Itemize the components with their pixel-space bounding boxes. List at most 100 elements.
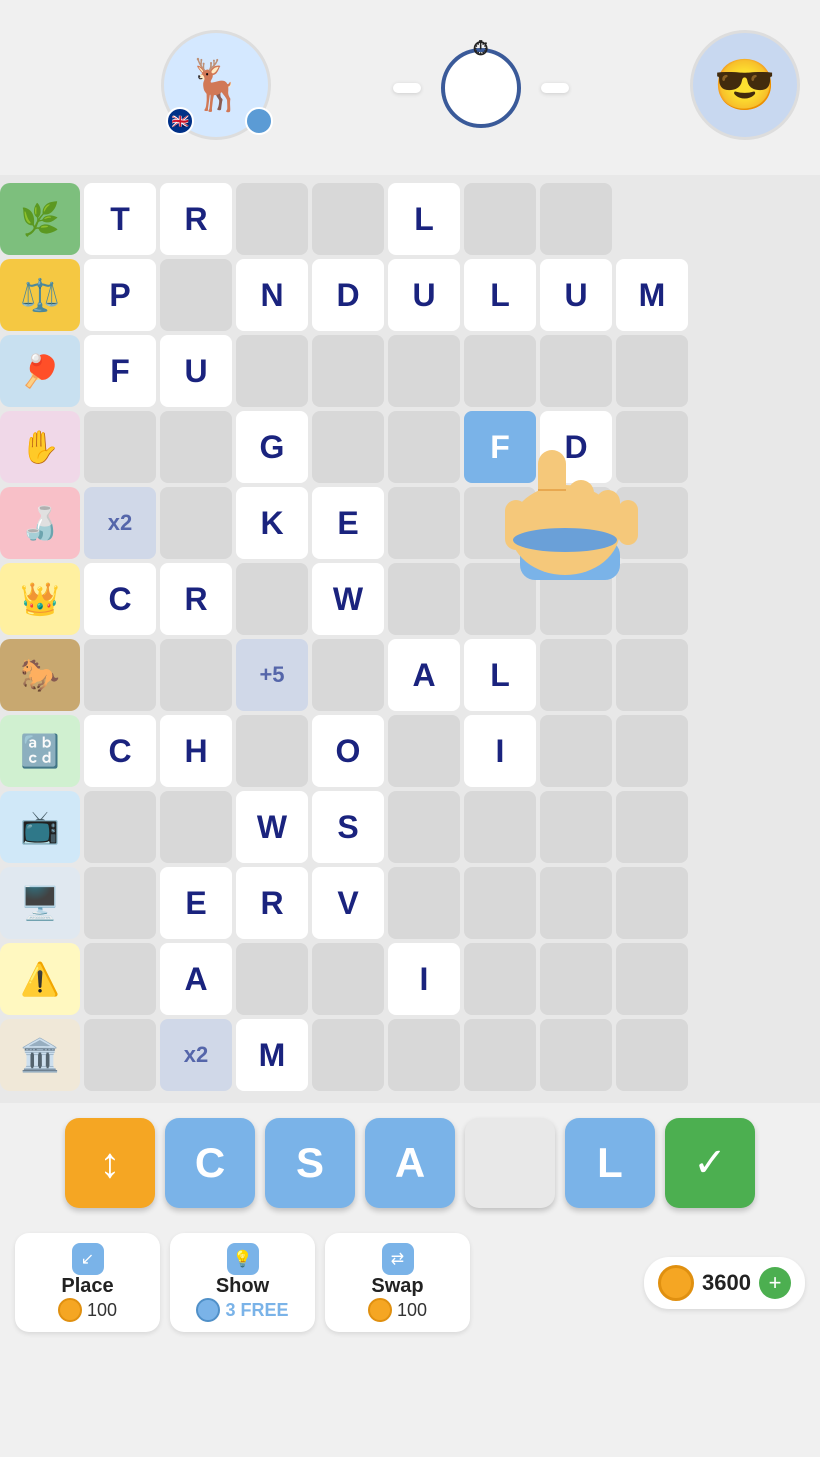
- place-button[interactable]: ↙ Place 100: [15, 1233, 160, 1332]
- cell-9-2[interactable]: R: [236, 867, 308, 939]
- tile-5[interactable]: L: [565, 1118, 655, 1208]
- cell-9-0: [84, 867, 156, 939]
- cell-0-0[interactable]: T: [84, 183, 156, 255]
- coins-display: 3600 +: [644, 1257, 805, 1309]
- cell-1-7[interactable]: M: [616, 259, 688, 331]
- grid-cells-10: AI: [84, 943, 812, 1015]
- cell-1-5[interactable]: L: [464, 259, 536, 331]
- cell-6-4[interactable]: A: [388, 639, 460, 711]
- show-free: 3 FREE: [196, 1298, 288, 1322]
- cell-7-1[interactable]: H: [160, 715, 232, 787]
- clue-image-0: 🌿: [0, 183, 80, 255]
- cell-0-1[interactable]: R: [160, 183, 232, 255]
- board-row-11: 🏛️x2M: [0, 1019, 812, 1091]
- cell-3-5[interactable]: F: [464, 411, 536, 483]
- board-row-6: 🐎+5AL: [0, 639, 812, 711]
- cell-9-3[interactable]: V: [312, 867, 384, 939]
- cell-6-5[interactable]: L: [464, 639, 536, 711]
- cell-5-4: [388, 563, 460, 635]
- board-row-9: 🖥️ERV: [0, 867, 812, 939]
- grid-cells-6: +5AL: [84, 639, 812, 711]
- cell-3-0: [84, 411, 156, 483]
- grid-cells-9: ERV: [84, 867, 812, 939]
- cell-10-4[interactable]: I: [388, 943, 460, 1015]
- cell-6-0: [84, 639, 156, 711]
- swap-button[interactable]: ⇄ Swap 100: [325, 1233, 470, 1332]
- cell-7-5[interactable]: I: [464, 715, 536, 787]
- cell-1-2[interactable]: N: [236, 259, 308, 331]
- cell-8-4: [388, 791, 460, 863]
- clue-image-6: 🐎: [0, 639, 80, 711]
- cell-8-5: [464, 791, 536, 863]
- cell-8-3[interactable]: S: [312, 791, 384, 863]
- cell-2-0[interactable]: F: [84, 335, 156, 407]
- clue-image-4: 🍶: [0, 487, 80, 559]
- cell-1-6[interactable]: U: [540, 259, 612, 331]
- cell-6-1: [160, 639, 232, 711]
- grid-cells-3: G FD: [84, 411, 812, 483]
- cell-10-6: [540, 943, 612, 1015]
- timer-icon: ⏱: [473, 38, 489, 61]
- cell-3-7: [616, 411, 688, 483]
- board-row-0: 🌿TR L: [0, 183, 812, 255]
- cell-1-3[interactable]: D: [312, 259, 384, 331]
- clue-image-11: 🏛️: [0, 1019, 80, 1091]
- cell-5-5: [464, 563, 536, 635]
- cell-3-1: [160, 411, 232, 483]
- cell-3-2[interactable]: G: [236, 411, 308, 483]
- cell-2-6: [540, 335, 612, 407]
- cell-8-6: [540, 791, 612, 863]
- cell-9-5: [464, 867, 536, 939]
- cell-6-3: [312, 639, 384, 711]
- cell-4-5: [464, 487, 536, 559]
- tile-2[interactable]: S: [265, 1118, 355, 1208]
- cell-1-0[interactable]: P: [84, 259, 156, 331]
- scores-row: ⏱: [393, 48, 569, 128]
- confirm-button[interactable]: ✓: [665, 1118, 755, 1208]
- grid-cells-1: PNDULUM: [84, 259, 812, 331]
- cell-7-0[interactable]: C: [84, 715, 156, 787]
- show-button[interactable]: 💡 Show 3 FREE: [170, 1233, 315, 1332]
- tile-1[interactable]: C: [165, 1118, 255, 1208]
- cell-8-2[interactable]: W: [236, 791, 308, 863]
- cell-2-5: [464, 335, 536, 407]
- cell-7-3[interactable]: O: [312, 715, 384, 787]
- swap-label: Swap: [371, 1275, 423, 1298]
- cell-2-4: [388, 335, 460, 407]
- cell-2-1[interactable]: U: [160, 335, 232, 407]
- cell-4-1: [160, 487, 232, 559]
- cell-2-7: [616, 335, 688, 407]
- cell-3-6[interactable]: D: [540, 411, 612, 483]
- add-coins-button[interactable]: +: [759, 1267, 791, 1299]
- back-button[interactable]: [20, 78, 40, 98]
- cell-10-1[interactable]: A: [160, 943, 232, 1015]
- clue-image-2: 🏓: [0, 335, 80, 407]
- cell-1-4[interactable]: U: [388, 259, 460, 331]
- cell-5-1[interactable]: R: [160, 563, 232, 635]
- clue-image-9: 🖥️: [0, 867, 80, 939]
- cell-9-7: [616, 867, 688, 939]
- cell-10-0: [84, 943, 156, 1015]
- cell-5-0[interactable]: C: [84, 563, 156, 635]
- you-level-badge: [245, 107, 273, 135]
- bottom-actions: ↙ Place 100 💡 Show 3 FREE ⇄ Swap 100: [0, 1223, 820, 1347]
- cell-4-3[interactable]: E: [312, 487, 384, 559]
- tile-3[interactable]: A: [365, 1118, 455, 1208]
- cell-9-6: [540, 867, 612, 939]
- grid-cells-2: FU: [84, 335, 812, 407]
- cell-5-3[interactable]: W: [312, 563, 384, 635]
- cell-0-4[interactable]: L: [388, 183, 460, 255]
- tile-0[interactable]: ↕: [65, 1118, 155, 1208]
- cell-8-7: [616, 791, 688, 863]
- cell-9-1[interactable]: E: [160, 867, 232, 939]
- cell-10-7: [616, 943, 688, 1015]
- tile-4[interactable]: [465, 1118, 555, 1208]
- you-score: [393, 83, 421, 93]
- cell-11-7: [616, 1019, 688, 1091]
- cell-3-3: [312, 411, 384, 483]
- cell-11-2[interactable]: M: [236, 1019, 308, 1091]
- cell-5-6: [540, 563, 612, 635]
- place-icon: ↙: [72, 1243, 104, 1275]
- cell-4-2[interactable]: K: [236, 487, 308, 559]
- tile-tray: ↕CSA L✓: [0, 1103, 820, 1223]
